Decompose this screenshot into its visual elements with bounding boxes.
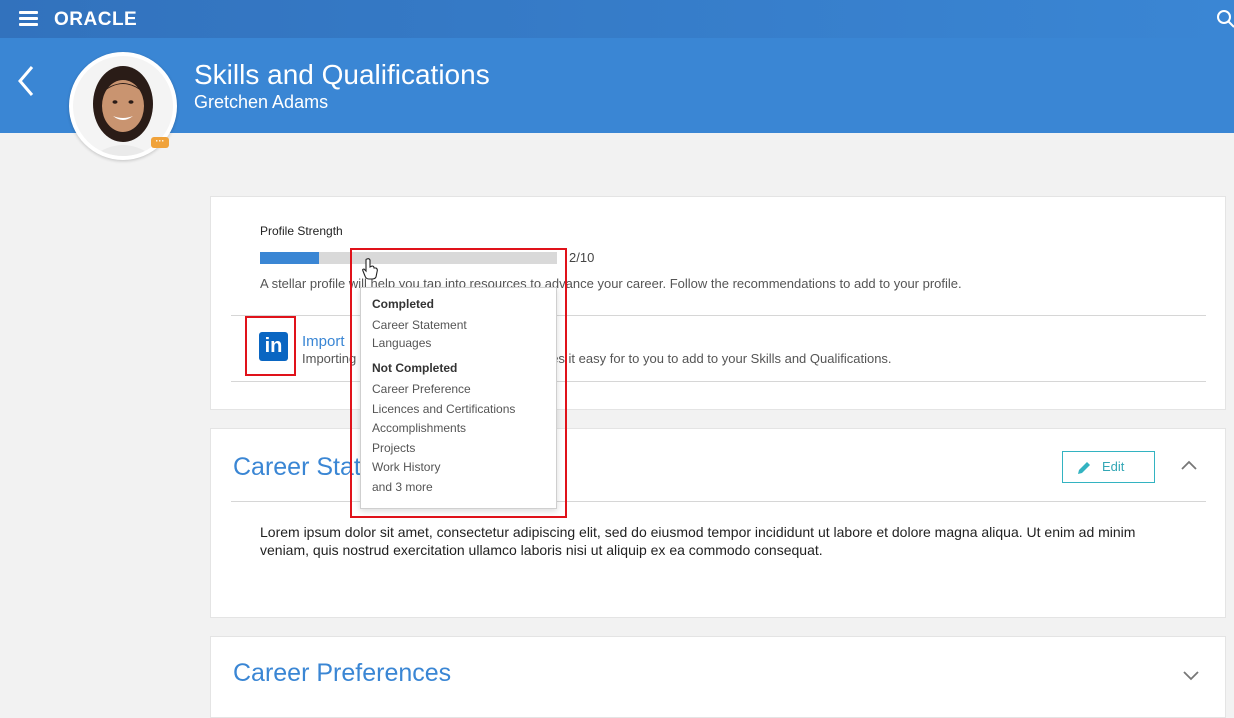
profile-strength-label: Profile Strength xyxy=(260,224,343,238)
pencil-icon xyxy=(1078,462,1090,474)
career-statement-body: Lorem ipsum dolor sit amet, consectetur … xyxy=(260,524,1136,558)
chevron-up-icon[interactable] xyxy=(1180,459,1198,471)
import-text-start: Importing xyxy=(302,351,357,366)
career-preferences-card: Career Preferences xyxy=(210,636,1226,718)
highlight-box-linkedin xyxy=(245,316,296,376)
career-statement-title: Career Stat xyxy=(233,453,361,481)
top-bar: ORACLE xyxy=(0,0,1234,38)
edit-button[interactable]: Edit xyxy=(1062,451,1155,483)
chevron-down-icon[interactable] xyxy=(1182,669,1200,681)
highlight-box-popup xyxy=(350,248,567,518)
import-link[interactable]: Import xyxy=(302,333,345,350)
menu-icon[interactable] xyxy=(19,11,38,26)
oracle-logo: ORACLE xyxy=(54,9,138,30)
import-text-end: es it easy for to you to add to your Ski… xyxy=(551,351,892,366)
profile-strength-count: 2/10 xyxy=(569,250,595,265)
page-subtitle: Gretchen Adams xyxy=(194,92,329,112)
search-icon[interactable] xyxy=(1216,9,1234,29)
avatar-menu-badge[interactable]: ··· xyxy=(151,137,169,148)
back-icon[interactable] xyxy=(14,63,38,99)
career-preferences-title[interactable]: Career Preferences xyxy=(233,659,451,688)
page-title: Skills and Qualifications xyxy=(194,59,490,90)
edit-button-label: Edit xyxy=(1102,459,1125,474)
profile-strength-fill xyxy=(260,252,320,264)
page-header: Skills and Qualifications Gretchen Adams xyxy=(0,38,1234,133)
